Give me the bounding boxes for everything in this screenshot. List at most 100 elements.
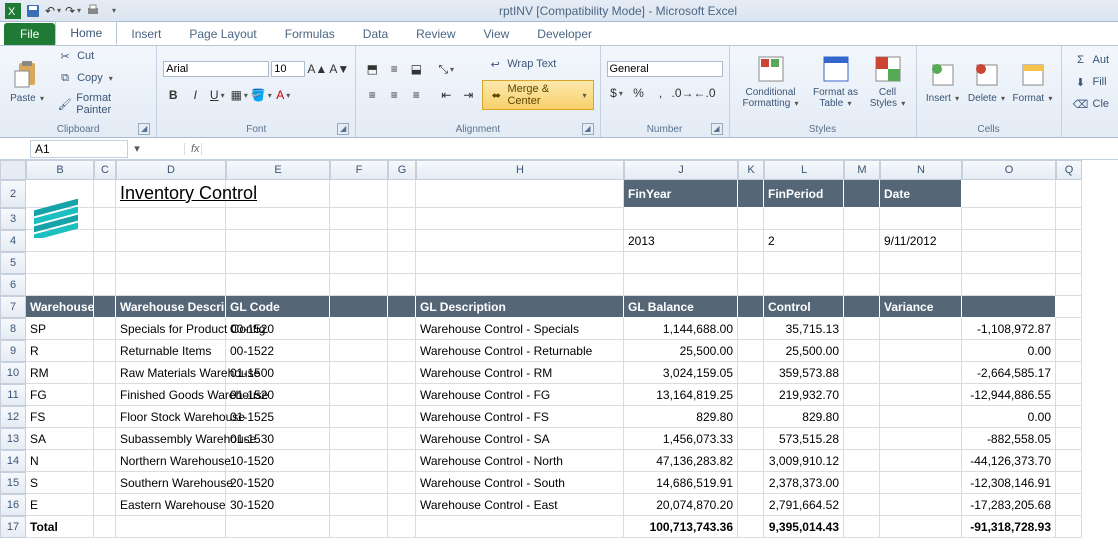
cell[interactable] [330, 362, 388, 384]
cell[interactable] [330, 384, 388, 406]
cell[interactable]: -2,664,585.17 [962, 362, 1056, 384]
cell[interactable] [738, 318, 764, 340]
row-header[interactable]: 14 [0, 450, 26, 472]
cell[interactable] [388, 180, 416, 208]
cell[interactable] [330, 340, 388, 362]
row-header[interactable]: 13 [0, 428, 26, 450]
cell[interactable] [624, 208, 738, 230]
conditional-formatting-button[interactable]: Conditional Formatting ▾ [736, 48, 806, 116]
col-header[interactable]: H [416, 160, 624, 180]
cell[interactable] [94, 252, 116, 274]
cell[interactable] [1056, 318, 1082, 340]
cell[interactable] [226, 516, 330, 538]
cell[interactable]: FG [26, 384, 94, 406]
cell[interactable]: SP [26, 318, 94, 340]
italic-button[interactable]: I [185, 85, 205, 105]
cell[interactable] [844, 208, 880, 230]
cell[interactable]: 01-1520 [226, 384, 330, 406]
tab-data[interactable]: Data [349, 23, 402, 45]
row-header[interactable]: 17 [0, 516, 26, 538]
cell[interactable] [844, 296, 880, 318]
cell[interactable]: Warehouse Control - SA [416, 428, 624, 450]
col-header[interactable]: F [330, 160, 388, 180]
cell[interactable]: 01-1500 [226, 362, 330, 384]
cell[interactable]: 47,136,283.82 [624, 450, 738, 472]
cell[interactable]: -882,558.05 [962, 428, 1056, 450]
col-header[interactable]: Q [1056, 160, 1082, 180]
align-center-icon[interactable]: ≡ [384, 85, 404, 105]
tab-file[interactable]: File [4, 23, 55, 45]
merge-center-button[interactable]: ⬌Merge & Center▾ [482, 80, 593, 110]
cell[interactable] [844, 252, 880, 274]
number-format-combo[interactable] [607, 61, 723, 77]
cell[interactable]: -12,944,886.55 [962, 384, 1056, 406]
cell[interactable] [388, 450, 416, 472]
cell[interactable] [94, 362, 116, 384]
format-cells-button[interactable]: Format ▾ [1011, 48, 1055, 116]
cell[interactable] [94, 494, 116, 516]
cell[interactable]: Northern Warehouse [116, 450, 226, 472]
cell[interactable]: Southern Warehouse [116, 472, 226, 494]
fill-color-button[interactable]: 🪣▾ [251, 85, 271, 105]
font-launcher[interactable]: ◢ [337, 123, 349, 135]
col-header[interactable]: E [226, 160, 330, 180]
cell[interactable] [226, 252, 330, 274]
cell[interactable] [226, 208, 330, 230]
align-bottom-icon[interactable]: ⬓ [406, 59, 426, 79]
cell[interactable] [388, 384, 416, 406]
cell[interactable] [116, 230, 226, 252]
col-header[interactable]: L [764, 160, 844, 180]
cell[interactable] [388, 230, 416, 252]
cell[interactable] [1056, 384, 1082, 406]
cell[interactable] [330, 406, 388, 428]
grow-font-icon[interactable]: A▲ [307, 59, 327, 79]
cell[interactable]: 30-1520 [226, 494, 330, 516]
cell[interactable] [962, 274, 1056, 296]
cell[interactable] [738, 516, 764, 538]
cell[interactable]: 2,378,373.00 [764, 472, 844, 494]
cell[interactable] [844, 180, 880, 208]
cell[interactable] [880, 516, 962, 538]
cell[interactable] [844, 516, 880, 538]
alignment-launcher[interactable]: ◢ [582, 123, 594, 135]
cell[interactable] [330, 450, 388, 472]
copy-button[interactable]: ⧉Copy▾ [52, 68, 150, 88]
row-header[interactable]: 9 [0, 340, 26, 362]
format-as-table-button[interactable]: Format as Table ▾ [810, 48, 862, 116]
cell[interactable]: Warehouse Control - FG [416, 384, 624, 406]
cell[interactable] [1056, 362, 1082, 384]
cell[interactable] [388, 516, 416, 538]
align-left-icon[interactable]: ≡ [362, 85, 382, 105]
cell[interactable] [844, 384, 880, 406]
cell[interactable] [388, 428, 416, 450]
cell[interactable] [1056, 230, 1082, 252]
cell[interactable] [764, 208, 844, 230]
cell[interactable]: 0.00 [962, 340, 1056, 362]
cell[interactable]: -17,283,205.68 [962, 494, 1056, 516]
cell[interactable] [388, 318, 416, 340]
cell[interactable] [962, 230, 1056, 252]
cell[interactable]: R [26, 340, 94, 362]
cell[interactable] [738, 296, 764, 318]
decrease-decimal-icon[interactable]: ←.0 [695, 83, 715, 103]
cell[interactable] [94, 450, 116, 472]
wrap-text-button[interactable]: ↩Wrap Text [482, 54, 593, 74]
cell[interactable] [880, 340, 962, 362]
paste-button[interactable]: Paste ▾ [6, 48, 48, 116]
cell[interactable]: 0.00 [962, 406, 1056, 428]
cell[interactable]: 9,395,014.43 [764, 516, 844, 538]
cell[interactable] [26, 252, 94, 274]
shrink-font-icon[interactable]: A▼ [329, 59, 349, 79]
cell[interactable] [1056, 208, 1082, 230]
row-header[interactable]: 11 [0, 384, 26, 406]
cell[interactable] [738, 450, 764, 472]
cell[interactable] [624, 274, 738, 296]
cell[interactable] [226, 230, 330, 252]
cell[interactable] [738, 494, 764, 516]
cell[interactable] [880, 406, 962, 428]
cell[interactable]: Control [764, 296, 844, 318]
cell[interactable] [1056, 340, 1082, 362]
cell[interactable] [1056, 450, 1082, 472]
row-header[interactable]: 16 [0, 494, 26, 516]
cell[interactable] [330, 472, 388, 494]
